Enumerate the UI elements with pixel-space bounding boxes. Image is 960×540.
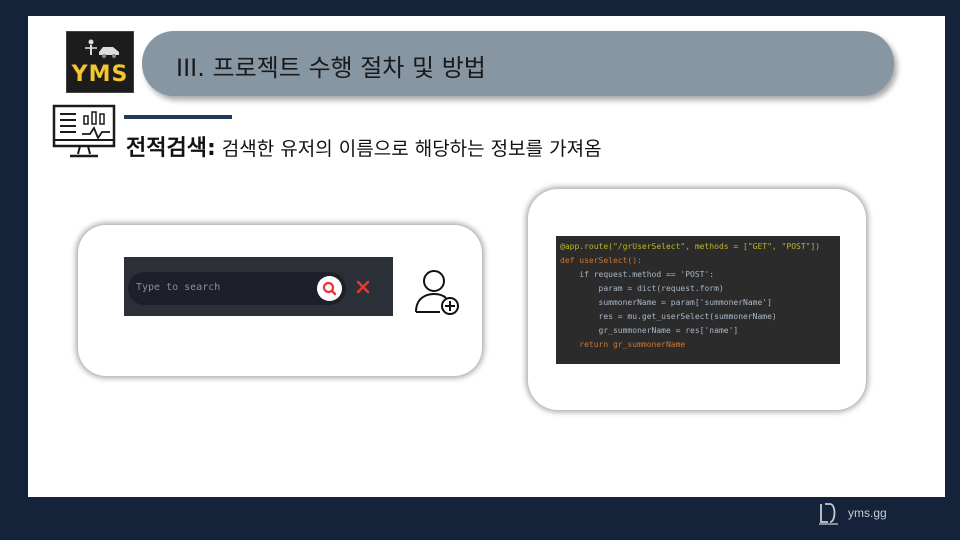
code-snippet: @app.route("/grUserSelect", methods = ["… xyxy=(556,236,840,364)
search-placeholder: Type to search xyxy=(136,282,221,293)
section-heading-bold: 전적검색: xyxy=(126,136,216,161)
user-add-icon xyxy=(415,270,459,315)
logo-text: YMS xyxy=(71,62,129,87)
footer-site: yms.gg xyxy=(848,506,887,520)
code-line-7: gr_summonerName = res['name'] xyxy=(560,326,739,335)
code-line-1: @app.route("/grUserSelect", methods = ["… xyxy=(560,242,821,251)
code-line-5: summonerName = param['summonerName'] xyxy=(560,298,772,307)
footer-logo-icon xyxy=(819,503,838,525)
section-heading: 전적검색: 검색한 유저의 이름으로 해당하는 정보를 가져옴 xyxy=(126,130,602,162)
code-line-3: if request.method == 'POST': xyxy=(560,270,715,279)
car-person-icon xyxy=(85,39,119,58)
code-line-6: res = mu.get_userSelect(summonerName) xyxy=(560,312,777,321)
close-icon[interactable] xyxy=(356,280,370,294)
search-button[interactable] xyxy=(317,276,342,301)
monitor-chart-icon xyxy=(52,104,116,158)
section-heading-description: 검색한 유저의 이름으로 해당하는 정보를 가져옴 xyxy=(215,138,602,160)
code-line-4: param = dict(request.form) xyxy=(560,284,724,293)
heading-underline xyxy=(124,115,232,119)
code-line-2: def userSelect(): xyxy=(560,256,642,265)
search-icon xyxy=(322,281,337,296)
yms-logo: YMS xyxy=(66,31,134,93)
code-line-8: return gr_summonerName xyxy=(560,340,686,349)
page-title: III. 프로젝트 수행 절차 및 방법 xyxy=(176,54,486,82)
title-bar: III. 프로젝트 수행 절차 및 방법 xyxy=(142,31,894,96)
